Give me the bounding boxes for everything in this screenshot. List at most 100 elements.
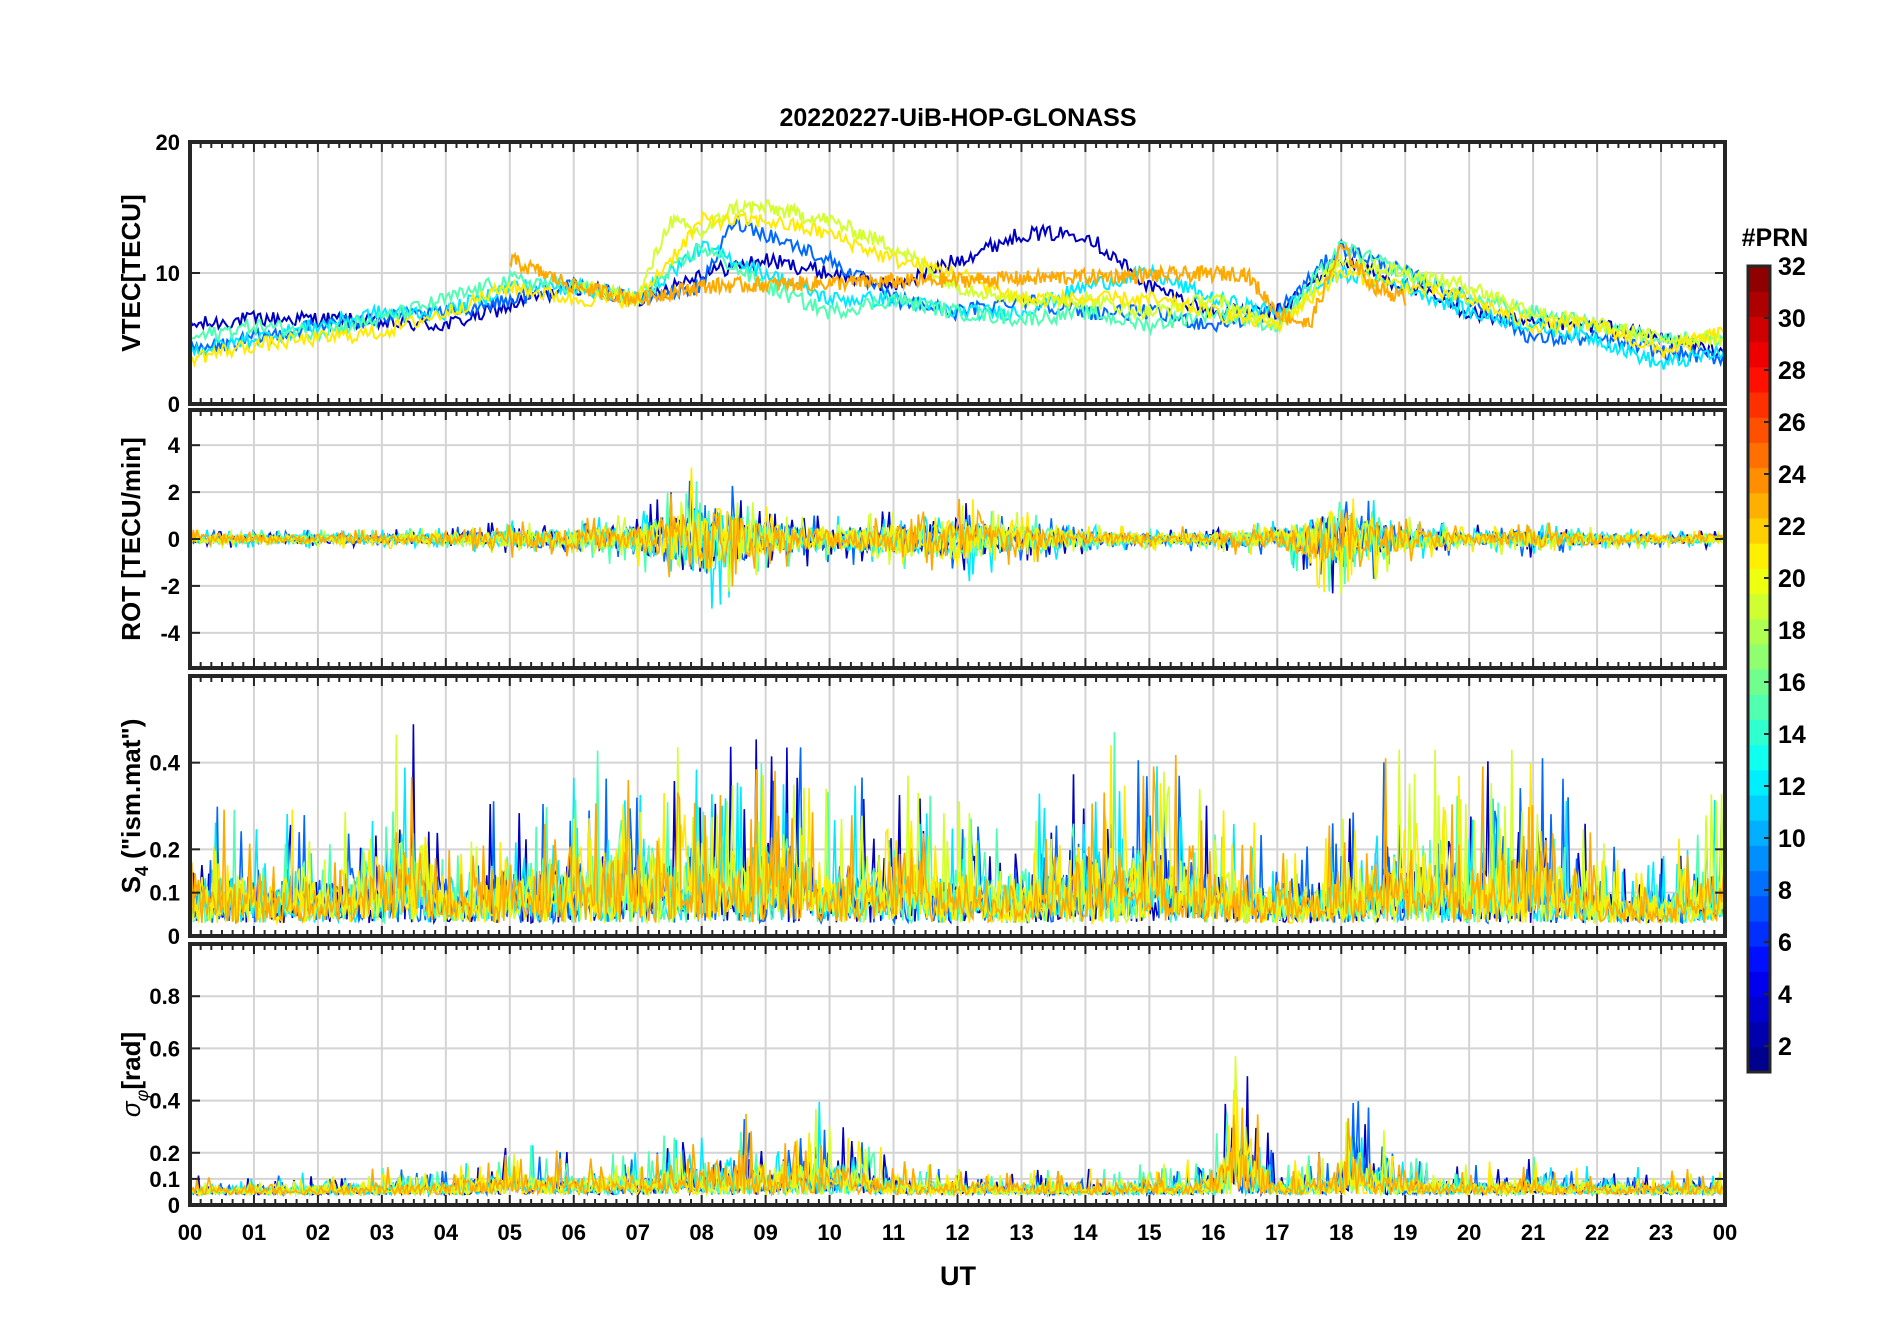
y-axis-label: ROT [TECU/min] (116, 437, 146, 641)
colorbar-tick-label: 30 (1778, 305, 1806, 333)
y-tick-label: 10 (156, 261, 180, 286)
x-tick-label: 10 (817, 1220, 841, 1245)
colorbar-tick-label: 4 (1778, 981, 1792, 1009)
figure-title: 20220227-UiB-HOP-GLONASS (779, 104, 1136, 132)
colorbar-tick-label: 18 (1778, 617, 1806, 645)
colorbar-segment (1748, 820, 1770, 846)
colorbar-segment (1748, 568, 1770, 595)
prn-colorbar: 2468101214161820222426283032 (1746, 253, 1806, 1074)
panel-s4: 0 0.1 0.2 0.4S4 ("ism.mat") (116, 674, 1727, 949)
x-tick-label: 07 (625, 1220, 649, 1245)
x-tick-label: 02 (306, 1220, 330, 1245)
x-tick-label: 03 (370, 1220, 394, 1245)
colorbar-segment (1748, 996, 1770, 1023)
colorbar-segment (1748, 492, 1770, 519)
x-tick-label: 19 (1393, 1220, 1417, 1245)
colorbar-segment (1748, 794, 1770, 821)
colorbar-label: #PRN (1742, 224, 1809, 252)
x-tick-label: 06 (562, 1220, 586, 1245)
y-tick-label: 20 (156, 130, 180, 155)
panel-vtec: 0 10 20 VTEC[TECU] (116, 130, 1727, 417)
colorbar-segment (1748, 341, 1770, 368)
colorbar-tick-label: 24 (1778, 461, 1806, 489)
colorbar-tick-label: 20 (1778, 565, 1806, 593)
y-axis-label: S4 ("ism.mat") (116, 719, 152, 894)
colorbar-segment (1748, 946, 1770, 972)
x-tick-label: 21 (1521, 1220, 1545, 1245)
y-tick-label: 4 (168, 433, 181, 458)
x-tick-label: 08 (689, 1220, 713, 1245)
y-tick-label: 0.2 (149, 1141, 180, 1166)
x-tick-label: 22 (1585, 1220, 1609, 1245)
x-tick-label: 23 (1649, 1220, 1673, 1245)
y-tick-label: 0.6 (149, 1036, 180, 1061)
y-tick-label: 0.4 (149, 751, 180, 776)
x-tick-label: 04 (434, 1220, 459, 1245)
panel-sigma_phi: 00.10.2 0.4 0.6 0.8 σφ[rad] 00 01 02 03 04 05 06 07 0… (116, 942, 1737, 1245)
x-tick-label: 14 (1073, 1220, 1098, 1245)
x-tick-label: 17 (1265, 1220, 1289, 1245)
colorbar-tick-label: 12 (1778, 773, 1806, 801)
scintillation-figure: 20220227-UiB-HOP-GLONASS 01020VTEC[TECU]… (116, 104, 1809, 1291)
colorbar-segment (1748, 870, 1770, 897)
x-tick-label: 00 (178, 1220, 202, 1245)
colorbar-segment (1748, 1046, 1770, 1073)
x-tick-label: 20 (1457, 1220, 1481, 1245)
colorbar-segment (1748, 316, 1770, 343)
colorbar-tick-label: 6 (1778, 929, 1792, 957)
colorbar-segment (1748, 719, 1770, 746)
x-tick-label: 13 (1009, 1220, 1033, 1245)
x-tick-label: 05 (498, 1220, 522, 1245)
y-tick-label: -2 (160, 574, 180, 599)
colorbar-segment (1748, 543, 1770, 569)
colorbar-segment (1748, 694, 1770, 720)
y-tick-label: 0 (168, 392, 180, 417)
colorbar-segment (1748, 442, 1770, 469)
colorbar-tick-label: 14 (1778, 721, 1806, 749)
y-tick-label: 0.4 (149, 1089, 180, 1114)
colorbar-segment (1748, 291, 1770, 317)
y-tick-label: 0.8 (149, 984, 180, 1009)
colorbar-tick-label: 32 (1778, 253, 1806, 281)
colorbar-segment (1748, 593, 1770, 620)
colorbar-segment (1748, 769, 1770, 796)
x-tick-label: 12 (945, 1220, 969, 1245)
colorbar-segment (1748, 643, 1770, 670)
colorbar-tick-label: 2 (1778, 1033, 1792, 1061)
y-tick-label: -4 (160, 621, 180, 646)
colorbar-segment (1748, 618, 1770, 645)
y-tick-label: 0.2 (149, 837, 180, 862)
colorbar-segment (1748, 845, 1770, 872)
x-tick-label: 01 (242, 1220, 266, 1245)
colorbar-tick-label: 22 (1778, 513, 1806, 541)
y-tick-label: 0 (168, 924, 180, 949)
colorbar-segment (1748, 467, 1770, 494)
y-tick-label: 0 (168, 527, 180, 552)
x-tick-label: 15 (1137, 1220, 1161, 1245)
colorbar-segment (1748, 391, 1770, 418)
colorbar-tick-label: 16 (1778, 669, 1806, 697)
y-tick-label: 2 (168, 480, 180, 505)
y-axis-label: σφ[rad] (116, 1032, 152, 1117)
y-tick-label: 0.1 (149, 881, 180, 906)
colorbar-tick-label: 28 (1778, 357, 1806, 385)
x-tick-label: 16 (1201, 1220, 1225, 1245)
y-axis-label: VTEC[TECU] (116, 194, 146, 351)
y-tick-label: 0 (168, 1193, 180, 1218)
x-tick-label: 00 (1713, 1220, 1737, 1245)
colorbar-segment (1748, 517, 1770, 544)
panel-rot: -4 -2 0 2 4 ROT [TECU/min] (116, 408, 1727, 670)
colorbar-segment (1748, 744, 1770, 771)
colorbar-tick-label: 8 (1778, 877, 1792, 905)
colorbar-segment (1748, 1021, 1770, 1048)
x-tick-label: 11 (882, 1220, 905, 1245)
panels: 01020VTEC[TECU]-4-2024ROT [TECU/min]00.1… (116, 130, 1737, 1245)
colorbar-segment (1748, 417, 1770, 443)
x-tick-label: 09 (753, 1220, 777, 1245)
colorbar-tick-label: 10 (1778, 825, 1806, 853)
y-tick-label: 0.1 (149, 1167, 180, 1192)
colorbar-segment (1748, 895, 1770, 922)
colorbar-segment (1748, 266, 1770, 292)
x-axis-label: UT (940, 1261, 976, 1291)
x-tick-label: 18 (1329, 1220, 1353, 1245)
